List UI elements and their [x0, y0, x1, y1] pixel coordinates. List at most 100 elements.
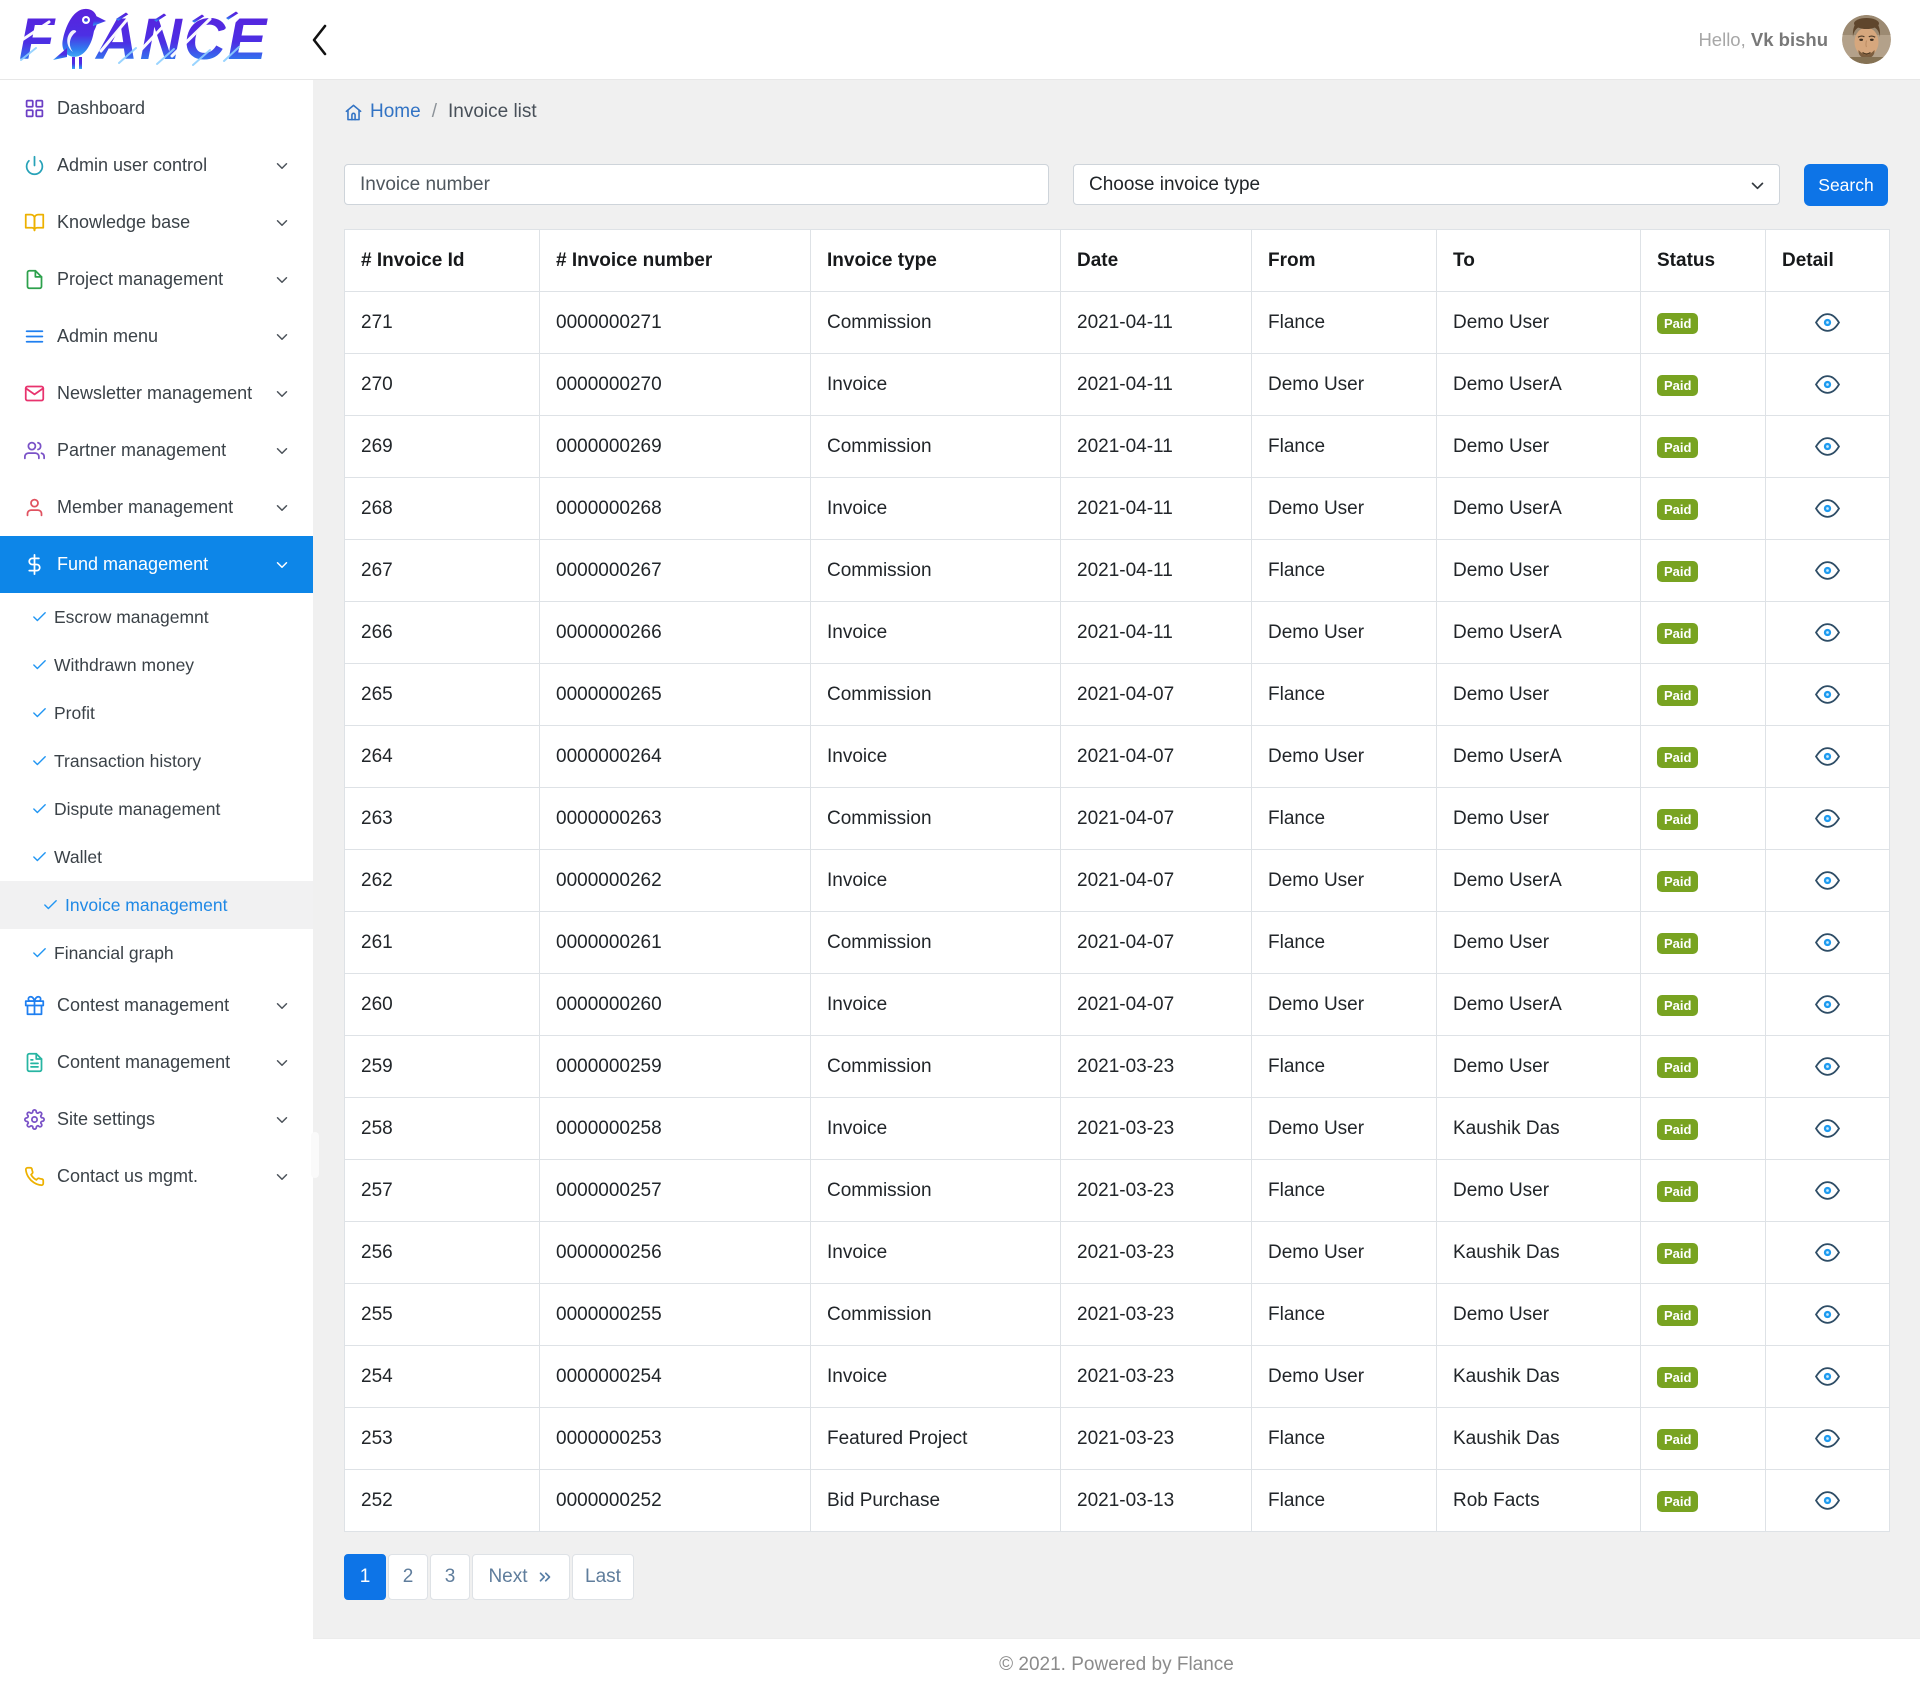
detail-eye-button[interactable]	[1815, 375, 1840, 394]
sidebar-subitem-label: Invoice management	[65, 895, 227, 916]
detail-eye-button[interactable]	[1815, 499, 1840, 518]
sidebar-subitem-dispute-management[interactable]: Dispute management	[0, 785, 313, 833]
main-content: Home / Invoice list Choose invoice type …	[313, 80, 1920, 1691]
detail-eye-button[interactable]	[1815, 1429, 1840, 1448]
cell-detail	[1766, 726, 1890, 788]
cell-invoice-number: 0000000271	[540, 292, 811, 354]
column-header: Date	[1061, 230, 1252, 292]
cell-date: 2021-04-07	[1061, 726, 1252, 788]
detail-eye-button[interactable]	[1815, 809, 1840, 828]
check-icon	[31, 848, 48, 866]
cell-invoice-id: 262	[345, 850, 540, 912]
filters-bar: Choose invoice type Search	[344, 164, 1889, 206]
sidebar-item-label: Site settings	[57, 1109, 155, 1130]
detail-eye-button[interactable]	[1815, 313, 1840, 332]
breadcrumb-home-link[interactable]: Home	[370, 101, 421, 123]
cell-invoice-id: 258	[345, 1098, 540, 1160]
check-icon	[31, 656, 48, 674]
brand-logo[interactable]: F ANCE	[0, 7, 313, 73]
cell-invoice-type: Commission	[811, 1036, 1061, 1098]
invoice-type-select[interactable]: Choose invoice type	[1073, 164, 1780, 205]
sidebar-item-dashboard[interactable]: Dashboard	[0, 80, 313, 137]
last-page-button[interactable]: Last	[572, 1554, 634, 1600]
sidebar-subitem-invoice-management[interactable]: Invoice management	[0, 881, 313, 929]
cell-date: 2021-04-11	[1061, 292, 1252, 354]
sidebar-subitem-profit[interactable]: Profit	[0, 689, 313, 737]
table-row: 2620000000262Invoice2021-04-07Demo UserD…	[345, 850, 1890, 912]
chevrons-right-icon	[536, 1568, 554, 1586]
detail-eye-button[interactable]	[1815, 561, 1840, 580]
sidebar-subitem-financial-graph[interactable]: Financial graph	[0, 929, 313, 977]
sidebar-item-member-management[interactable]: Member management	[0, 479, 313, 536]
cell-invoice-number: 0000000254	[540, 1346, 811, 1408]
eye-icon	[1815, 561, 1840, 580]
detail-eye-button[interactable]	[1815, 871, 1840, 890]
phone-icon	[24, 1166, 45, 1187]
cell-invoice-number: 0000000261	[540, 912, 811, 974]
page-footer: © 2021. Powered by Flance	[313, 1638, 1920, 1691]
detail-eye-button[interactable]	[1815, 1243, 1840, 1262]
sidebar-item-label: Content management	[57, 1052, 230, 1073]
invoice-number-input[interactable]	[344, 164, 1049, 205]
sidebar-subitem-escrow-managemnt[interactable]: Escrow managemnt	[0, 593, 313, 641]
sidebar-item-admin-user-control[interactable]: Admin user control	[0, 137, 313, 194]
sidebar-subitem-wallet[interactable]: Wallet	[0, 833, 313, 881]
detail-eye-button[interactable]	[1815, 933, 1840, 952]
sidebar-subitem-transaction-history[interactable]: Transaction history	[0, 737, 313, 785]
sidebar-item-contact-us-mgmt[interactable]: Contact us mgmt.	[0, 1148, 313, 1205]
sidebar-item-fund-management[interactable]: Fund management	[0, 536, 313, 593]
cell-to: Demo UserA	[1437, 850, 1641, 912]
sidebar-item-site-settings[interactable]: Site settings	[0, 1091, 313, 1148]
cell-invoice-id: 253	[345, 1408, 540, 1470]
cell-invoice-type: Commission	[811, 912, 1061, 974]
avatar[interactable]	[1842, 15, 1891, 64]
detail-eye-button[interactable]	[1815, 747, 1840, 766]
detail-eye-button[interactable]	[1815, 1367, 1840, 1386]
next-page-button[interactable]: Next	[472, 1554, 570, 1600]
cell-invoice-id: 269	[345, 416, 540, 478]
cell-detail	[1766, 788, 1890, 850]
sidebar-item-content-management[interactable]: Content management	[0, 1034, 313, 1091]
detail-eye-button[interactable]	[1815, 995, 1840, 1014]
sidebar-item-admin-menu[interactable]: Admin menu	[0, 308, 313, 365]
search-button[interactable]: Search	[1804, 164, 1888, 206]
table-row: 2590000000259Commission2021-03-23FlanceD…	[345, 1036, 1890, 1098]
sidebar-item-project-management[interactable]: Project management	[0, 251, 313, 308]
eye-icon	[1815, 809, 1840, 828]
detail-eye-button[interactable]	[1815, 1491, 1840, 1510]
page-button-2[interactable]: 2	[388, 1554, 428, 1600]
cell-to: Demo User	[1437, 788, 1641, 850]
sidebar-item-label: Partner management	[57, 440, 226, 461]
check-icon	[31, 608, 48, 626]
sidebar-item-contest-management[interactable]: Contest management	[0, 977, 313, 1034]
cell-from: Flance	[1252, 1408, 1437, 1470]
detail-eye-button[interactable]	[1815, 685, 1840, 704]
detail-eye-button[interactable]	[1815, 1181, 1840, 1200]
sidebar-item-partner-management[interactable]: Partner management	[0, 422, 313, 479]
detail-eye-button[interactable]	[1815, 623, 1840, 642]
detail-eye-button[interactable]	[1815, 1057, 1840, 1076]
cell-invoice-id: 261	[345, 912, 540, 974]
column-header: # Invoice Id	[345, 230, 540, 292]
page-button-1[interactable]: 1	[344, 1554, 386, 1600]
cell-detail	[1766, 602, 1890, 664]
status-badge: Paid	[1657, 747, 1698, 768]
detail-eye-button[interactable]	[1815, 1119, 1840, 1138]
cell-invoice-number: 0000000262	[540, 850, 811, 912]
status-badge: Paid	[1657, 1367, 1698, 1388]
detail-eye-button[interactable]	[1815, 437, 1840, 456]
gift-icon	[24, 995, 45, 1016]
sidebar-item-knowledge-base[interactable]: Knowledge base	[0, 194, 313, 251]
cell-invoice-number: 0000000258	[540, 1098, 811, 1160]
cell-invoice-id: 266	[345, 602, 540, 664]
cell-to: Demo User	[1437, 664, 1641, 726]
sidebar-collapse-button[interactable]	[306, 22, 334, 58]
cell-date: 2021-03-13	[1061, 1470, 1252, 1532]
detail-eye-button[interactable]	[1815, 1305, 1840, 1324]
page-button-3[interactable]: 3	[430, 1554, 470, 1600]
sidebar-item-newsletter-management[interactable]: Newsletter management	[0, 365, 313, 422]
cell-invoice-type: Commission	[811, 664, 1061, 726]
cell-date: 2021-03-23	[1061, 1284, 1252, 1346]
cell-status: Paid	[1641, 788, 1766, 850]
sidebar-subitem-withdrawn-money[interactable]: Withdrawn money	[0, 641, 313, 689]
